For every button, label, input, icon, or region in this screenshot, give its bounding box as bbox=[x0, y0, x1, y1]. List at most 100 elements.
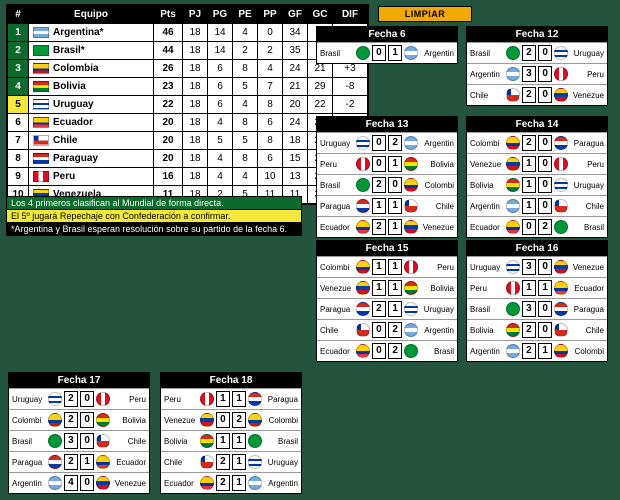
away-score-input[interactable]: 1 bbox=[388, 219, 402, 235]
standings-row: 8Paraguay20184861525-10 bbox=[8, 150, 368, 168]
home-score-input[interactable]: 2 bbox=[522, 45, 536, 61]
ecuador-badge-icon bbox=[506, 220, 520, 234]
pp-cell: 7 bbox=[258, 78, 283, 96]
home-score-input[interactable]: 3 bbox=[522, 259, 536, 275]
away-score-input[interactable]: 0 bbox=[538, 177, 552, 193]
gc-cell: 29 bbox=[308, 78, 333, 96]
col-pe: PE bbox=[233, 6, 258, 24]
home-score-input[interactable]: 1 bbox=[372, 198, 386, 214]
away-score-input[interactable]: 0 bbox=[538, 45, 552, 61]
away-score-input[interactable]: 2 bbox=[232, 412, 246, 428]
home-score-input[interactable]: 2 bbox=[522, 87, 536, 103]
pp-cell: 0 bbox=[258, 24, 283, 42]
gf-cell: 34 bbox=[283, 24, 308, 42]
home-score-input[interactable]: 0 bbox=[372, 135, 386, 151]
away-score-input[interactable]: 1 bbox=[388, 280, 402, 296]
away-score-input[interactable]: 0 bbox=[80, 433, 94, 449]
away-score-input[interactable]: 2 bbox=[388, 135, 402, 151]
away-score-input[interactable]: 0 bbox=[538, 198, 552, 214]
away-score-input[interactable]: 1 bbox=[388, 156, 402, 172]
home-score-input[interactable]: 0 bbox=[216, 412, 230, 428]
venezuela-badge-icon bbox=[356, 281, 370, 295]
home-score-input[interactable]: 1 bbox=[522, 198, 536, 214]
home-score-input[interactable]: 2 bbox=[216, 475, 230, 491]
home-score-input[interactable]: 0 bbox=[372, 343, 386, 359]
away-score-input[interactable]: 0 bbox=[538, 301, 552, 317]
pj-cell: 18 bbox=[183, 60, 208, 78]
home-score-input[interactable]: 3 bbox=[522, 66, 536, 82]
home-score-input[interactable]: 0 bbox=[522, 219, 536, 235]
home-team: Ecuador bbox=[161, 479, 200, 488]
home-score-input[interactable]: 1 bbox=[216, 391, 230, 407]
home-score-input[interactable]: 2 bbox=[522, 135, 536, 151]
home-score-input[interactable]: 2 bbox=[64, 454, 78, 470]
home-score-input[interactable]: 0 bbox=[372, 322, 386, 338]
pe-cell: 4 bbox=[233, 24, 258, 42]
match-row: Bolivia11Brasil bbox=[161, 430, 301, 451]
match-row: Venezue10Peru bbox=[467, 153, 607, 174]
away-score-input[interactable]: 0 bbox=[538, 87, 552, 103]
home-score-input[interactable]: 3 bbox=[64, 433, 78, 449]
home-score-input[interactable]: 2 bbox=[372, 219, 386, 235]
home-score-input[interactable]: 2 bbox=[372, 177, 386, 193]
fixture-header: Fecha 17 bbox=[9, 373, 149, 388]
home-score-input[interactable]: 2 bbox=[522, 343, 536, 359]
match-row: Brasil20Colombi bbox=[317, 174, 457, 195]
away-score-input[interactable]: 0 bbox=[80, 391, 94, 407]
away-score-input[interactable]: 0 bbox=[538, 156, 552, 172]
dif-cell: -8 bbox=[333, 78, 368, 96]
home-team: Brasil bbox=[317, 181, 356, 190]
peru-badge-icon bbox=[200, 392, 214, 406]
home-score-input[interactable]: 1 bbox=[372, 280, 386, 296]
pts-cell: 44 bbox=[154, 42, 183, 60]
away-score-input[interactable]: 1 bbox=[388, 301, 402, 317]
ecuador-badge-icon bbox=[356, 344, 370, 358]
away-score-input[interactable]: 0 bbox=[388, 177, 402, 193]
home-score-input[interactable]: 4 bbox=[64, 475, 78, 491]
fixture-header: Fecha 12 bbox=[467, 27, 607, 42]
team-cell: Ecuador bbox=[29, 114, 154, 132]
away-score-input[interactable]: 1 bbox=[388, 198, 402, 214]
home-score-input[interactable]: 1 bbox=[372, 259, 386, 275]
away-score-input[interactable]: 2 bbox=[388, 322, 402, 338]
away-score-input[interactable]: 0 bbox=[80, 412, 94, 428]
home-team: Venezue bbox=[317, 284, 356, 293]
away-score-input[interactable]: 0 bbox=[538, 66, 552, 82]
away-score-input[interactable]: 1 bbox=[538, 343, 552, 359]
home-score-input[interactable]: 2 bbox=[64, 412, 78, 428]
team-cell: Peru bbox=[29, 168, 154, 186]
chile-flag-icon bbox=[33, 135, 49, 146]
standings-row: 3Colombia26186842421+3 bbox=[8, 60, 368, 78]
home-score-input[interactable]: 1 bbox=[522, 280, 536, 296]
pj-cell: 18 bbox=[183, 150, 208, 168]
away-score-input[interactable]: 2 bbox=[538, 219, 552, 235]
col-gc: GC bbox=[308, 6, 333, 24]
home-score-input[interactable]: 1 bbox=[522, 156, 536, 172]
away-score-input[interactable]: 1 bbox=[232, 433, 246, 449]
away-score-input[interactable]: 1 bbox=[538, 280, 552, 296]
home-score-input[interactable]: 0 bbox=[372, 45, 386, 61]
away-score-input[interactable]: 1 bbox=[388, 45, 402, 61]
gf-cell: 35 bbox=[283, 42, 308, 60]
away-score-input[interactable]: 0 bbox=[538, 322, 552, 338]
home-score-input[interactable]: 0 bbox=[372, 156, 386, 172]
away-score-input[interactable]: 1 bbox=[232, 454, 246, 470]
uruguay-badge-icon bbox=[554, 46, 568, 60]
away-score-input[interactable]: 1 bbox=[232, 391, 246, 407]
dif-cell: -2 bbox=[333, 96, 368, 114]
home-score-input[interactable]: 2 bbox=[372, 301, 386, 317]
home-score-input[interactable]: 1 bbox=[522, 177, 536, 193]
home-score-input[interactable]: 2 bbox=[216, 454, 230, 470]
away-score-input[interactable]: 1 bbox=[232, 475, 246, 491]
away-score-input[interactable]: 1 bbox=[388, 259, 402, 275]
home-score-input[interactable]: 2 bbox=[64, 391, 78, 407]
away-score-input[interactable]: 2 bbox=[388, 343, 402, 359]
home-score-input[interactable]: 2 bbox=[522, 322, 536, 338]
clear-button[interactable]: LIMPIAR bbox=[378, 6, 472, 22]
away-score-input[interactable]: 0 bbox=[538, 135, 552, 151]
home-score-input[interactable]: 3 bbox=[522, 301, 536, 317]
away-score-input[interactable]: 1 bbox=[80, 454, 94, 470]
away-score-input[interactable]: 0 bbox=[80, 475, 94, 491]
home-score-input[interactable]: 1 bbox=[216, 433, 230, 449]
away-score-input[interactable]: 0 bbox=[538, 259, 552, 275]
